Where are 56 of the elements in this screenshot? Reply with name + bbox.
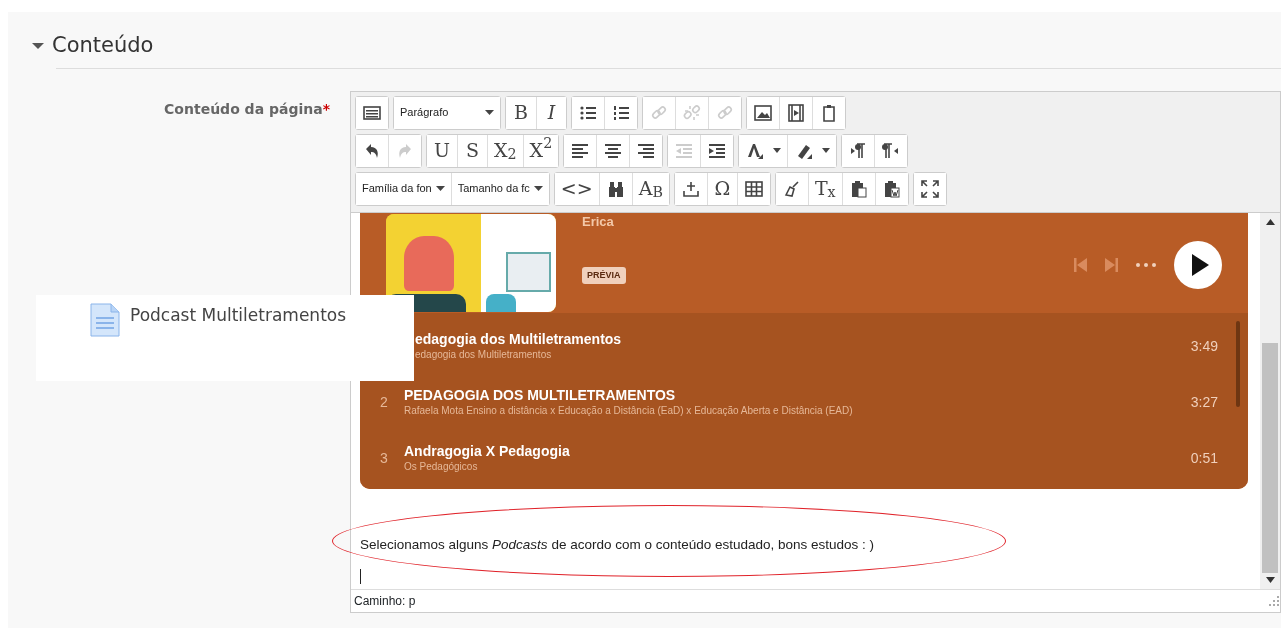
track-number: 2: [380, 394, 388, 410]
field-label: Conteúdo da página*: [164, 100, 330, 117]
highlighter-button[interactable]: [787, 134, 837, 167]
track-artist: Os Pedagógicos: [404, 460, 479, 475]
section-title[interactable]: Conteúdo: [52, 30, 154, 62]
fullscreen-button[interactable]: [913, 172, 946, 205]
indent-button[interactable]: [700, 134, 734, 167]
numbered-list-button[interactable]: [604, 96, 637, 129]
track-artist: edagogia dos Multiletramentos: [415, 348, 553, 363]
film-icon: [786, 102, 806, 123]
format-button[interactable]: X$^{2}$: [522, 134, 559, 167]
track-title: edagogia dos Multiletramentos: [415, 330, 623, 348]
format-button[interactable]: A$_{B}$: [631, 172, 669, 205]
caret-icon: [435, 186, 445, 191]
track-duration: 3:49: [1190, 337, 1218, 356]
caret-icon: [773, 148, 782, 153]
caret-icon: [533, 186, 543, 191]
scroll-up-icon[interactable]: [1265, 218, 1275, 225]
preview-tag: PRÉVIA: [582, 266, 626, 284]
play-button[interactable]: [1174, 240, 1222, 289]
format-button[interactable]: I: [536, 96, 566, 129]
resize-grip-icon[interactable]: [1268, 594, 1280, 607]
broken-link-icon: [682, 102, 702, 123]
track-artist: Rafaela Mota Ensino a distância x Educação a Distância (EaD) x Educação Aberta e Distância (EAD): [404, 404, 854, 419]
track-number: 3: [380, 450, 388, 466]
scrollbar[interactable]: [1260, 212, 1280, 589]
table-icon: [743, 178, 764, 199]
track-duration: 0:51: [1190, 449, 1218, 468]
track-title: PEDAGOGIA DOS MULTILETRAMENTOS: [404, 386, 677, 404]
caret-icon: [822, 148, 831, 153]
collapse-caret-icon[interactable]: [32, 41, 44, 50]
track-duration: 3:27: [1190, 393, 1218, 412]
scroll-down-icon[interactable]: [1265, 576, 1275, 583]
artist-name: Erica: [582, 214, 614, 228]
align-right-button[interactable]: [629, 134, 663, 167]
more-icon[interactable]: [1136, 262, 1156, 267]
format-dropdown[interactable]: Tamanho da fc: [450, 172, 549, 205]
document-icon: [90, 303, 120, 337]
caret-icon: [485, 110, 494, 115]
text-cursor: [360, 568, 361, 584]
clipboard-button[interactable]: [812, 96, 845, 129]
fullscreen-icon: [919, 178, 940, 199]
format-dropdown[interactable]: Parágrafo: [394, 96, 500, 129]
page-link[interactable]: Podcast Multiletramentos: [130, 303, 347, 329]
scrollbar-thumb[interactable]: [1262, 342, 1278, 573]
table-button[interactable]: [736, 172, 770, 205]
list-scrollbar[interactable]: [1236, 320, 1240, 407]
image-icon: [753, 102, 773, 123]
track-row[interactable]: 2 PEDAGOGIA DOS MULTILETRAMENTOS Rafaela Mota Ensino a distância x Educação a Distância (EaD) x Educação Aberta e Distância (EAD) 3:27: [360, 374, 1248, 431]
toolbar-toggle-button[interactable]: [356, 96, 388, 129]
paragraph-text: Selecionamos alguns Podcasts de acordo com o conteúdo estudado, bons estudos : ): [360, 535, 876, 554]
rtl-paragraph-button[interactable]: [874, 134, 908, 167]
element-path: Caminho: p: [354, 592, 416, 610]
track-title: Andragogia X Pedagogia: [404, 442, 571, 460]
track-row[interactable]: 3 Andragogia X Pedagogia Os Pedagógicos 0:51: [360, 430, 1248, 487]
paste-word-button[interactable]: [874, 172, 908, 205]
